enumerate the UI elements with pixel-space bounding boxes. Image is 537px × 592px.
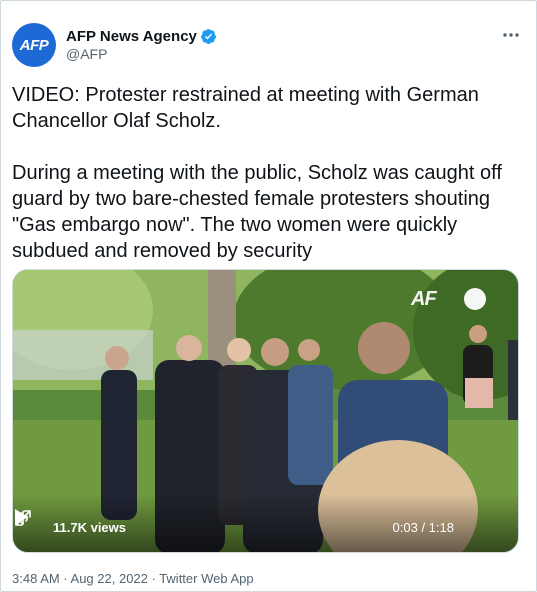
more-icon[interactable]	[500, 24, 522, 46]
author-name[interactable]: AFP News Agency	[66, 28, 197, 45]
tweet-text: VIDEO: Protester restrained at meeting w…	[12, 82, 512, 264]
tweet-headline: VIDEO: Protester restrained at meeting w…	[12, 84, 479, 132]
tweet-timestamp[interactable]: 3:48 AM · Aug 22, 2022 · Twitter Web App	[12, 571, 254, 586]
fullscreen-icon[interactable]	[13, 508, 33, 528]
author-handle[interactable]: @AFP	[66, 46, 107, 62]
view-count: 11.7K views	[53, 520, 126, 535]
verified-badge-icon	[200, 29, 216, 44]
author-name-row: AFP News Agency	[66, 28, 217, 45]
video-controls: 11.7K views 0:03 / 1:18	[13, 508, 518, 552]
video-time: 0:03 / 1:18	[392, 520, 454, 535]
tweet-body: During a meeting with the public, Scholz…	[12, 162, 502, 262]
avatar[interactable]: AFP	[12, 23, 56, 67]
watermark-dot	[464, 288, 486, 310]
video-player[interactable]: AF 11.7K views 0:03 / 1:18	[12, 269, 519, 553]
video-watermark: AF	[411, 288, 437, 310]
